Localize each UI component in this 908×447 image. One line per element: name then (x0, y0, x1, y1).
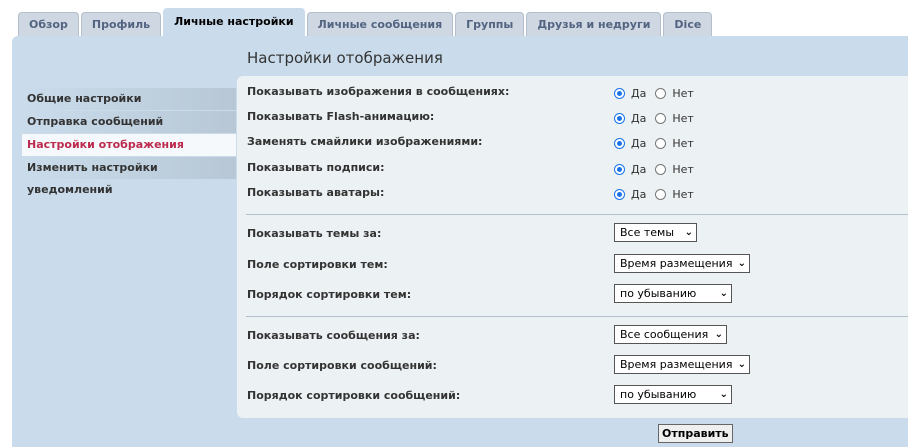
radio-group: Да Нет (614, 184, 703, 204)
page-title: Настройки отображения (247, 49, 443, 67)
setting-label: Поле сортировки сообщений: (247, 359, 437, 372)
setting-row-post-sort-dir: Порядок сортировки сообщений: по убывани… (247, 385, 897, 407)
topic-sort-dir-select[interactable]: по убыванию ⌄ (614, 284, 732, 303)
sidebar-menu: Общие настройки Отправка сообщений Настр… (22, 88, 236, 196)
chevron-down-icon: ⌄ (737, 359, 746, 370)
topic-sort-key-select[interactable]: Время размещения ⌄ (614, 254, 750, 273)
chevron-down-icon: ⌄ (684, 227, 693, 238)
setting-row-avatars: Показывать аватары: Да Нет (247, 184, 897, 204)
radio-yes-label: Да (631, 162, 647, 176)
radio-no[interactable] (655, 163, 667, 175)
setting-label: Показывать Flash-анимацию: (247, 110, 435, 123)
post-sort-key-select[interactable]: Время размещения ⌄ (614, 355, 750, 374)
radio-no[interactable] (655, 188, 667, 200)
setting-row-post-days: Показывать сообщения за: Все сообщения ⌄ (247, 325, 897, 347)
radio-yes-label: Да (631, 187, 647, 201)
tab-groups[interactable]: Группы (455, 12, 525, 36)
radio-yes[interactable] (614, 137, 625, 149)
setting-label: Поле сортировки тем: (247, 258, 388, 271)
setting-row-show-flash: Показывать Flash-анимацию: Да Нет (247, 108, 897, 128)
select-value: Все темы (620, 226, 675, 239)
tab-friends-foes[interactable]: Друзья и недруги (526, 12, 662, 36)
sidebar-item-posting[interactable]: Отправка сообщений (22, 111, 236, 133)
radio-no[interactable] (655, 112, 667, 124)
radio-group: Да Нет (614, 83, 703, 103)
divider (246, 214, 908, 215)
setting-label: Показывать аватары: (247, 186, 385, 199)
divider (246, 316, 908, 317)
chevron-down-icon: ⌄ (719, 288, 728, 299)
setting-row-topic-days: Показывать темы за: Все темы ⌄ (247, 223, 897, 245)
radio-no-label: Нет (672, 86, 694, 100)
setting-row-smilies: Заменять смайлики изображениями: Да Нет (247, 133, 897, 153)
select-value: по убыванию (620, 287, 697, 300)
radio-no-label: Нет (672, 111, 694, 125)
chevron-down-icon: ⌄ (737, 258, 746, 269)
select-value: по убыванию (620, 388, 697, 401)
chevron-down-icon: ⌄ (719, 389, 728, 400)
select-value: Время размещения (620, 257, 733, 270)
radio-yes[interactable] (614, 163, 625, 175)
setting-label: Заменять смайлики изображениями: (247, 135, 483, 148)
radio-yes-label: Да (631, 111, 647, 125)
radio-no-label: Нет (672, 162, 694, 176)
radio-no[interactable] (655, 87, 667, 99)
tab-profile[interactable]: Профиль (80, 12, 162, 36)
setting-row-topic-sort-dir: Порядок сортировки тем: по убыванию ⌄ (247, 284, 897, 306)
tab-dice[interactable]: Dice (663, 12, 713, 36)
chevron-down-icon: ⌄ (714, 329, 723, 340)
radio-yes[interactable] (614, 87, 625, 99)
radio-yes[interactable] (614, 112, 625, 124)
topic-days-select[interactable]: Все темы ⌄ (614, 223, 697, 242)
sidebar-item-display[interactable]: Настройки отображения (22, 134, 236, 156)
setting-label: Показывать изображения в сообщениях: (247, 85, 510, 98)
radio-no-label: Нет (672, 187, 694, 201)
setting-label: Показывать сообщения за: (247, 329, 420, 342)
setting-row-topic-sort-key: Поле сортировки тем: Время размещения ⌄ (247, 254, 897, 276)
tab-private-messages[interactable]: Личные сообщения (306, 12, 454, 36)
sidebar-item-notifications[interactable]: Изменить настройки уведомлений (22, 157, 236, 196)
radio-yes-label: Да (631, 136, 647, 150)
setting-label: Порядок сортировки сообщений: (247, 389, 461, 402)
setting-row-show-images: Показывать изображения в сообщениях: Да … (247, 83, 897, 103)
radio-no[interactable] (655, 137, 667, 149)
select-value: Время размещения (620, 358, 733, 371)
radio-group: Да Нет (614, 108, 703, 128)
setting-row-signatures: Показывать подписи: Да Нет (247, 159, 897, 179)
tab-overview[interactable]: Обзор (18, 12, 79, 36)
setting-row-post-sort-key: Поле сортировки сообщений: Время размеще… (247, 355, 897, 377)
sidebar-item-general[interactable]: Общие настройки (22, 88, 236, 110)
radio-group: Да Нет (614, 159, 703, 179)
select-value: Все сообщения (620, 328, 709, 341)
tab-personal-settings[interactable]: Личные настройки (163, 8, 305, 36)
submit-button[interactable]: Отправить (658, 424, 733, 443)
radio-yes-label: Да (631, 86, 647, 100)
radio-yes[interactable] (614, 188, 625, 200)
radio-group: Да Нет (614, 133, 703, 153)
post-sort-dir-select[interactable]: по убыванию ⌄ (614, 385, 732, 404)
setting-label: Показывать темы за: (247, 227, 382, 240)
tab-bar: Обзор Профиль Личные настройки Личные со… (18, 8, 714, 36)
radio-no-label: Нет (672, 136, 694, 150)
post-days-select[interactable]: Все сообщения ⌄ (614, 325, 727, 344)
setting-label: Показывать подписи: (247, 161, 385, 174)
setting-label: Порядок сортировки тем: (247, 288, 412, 301)
